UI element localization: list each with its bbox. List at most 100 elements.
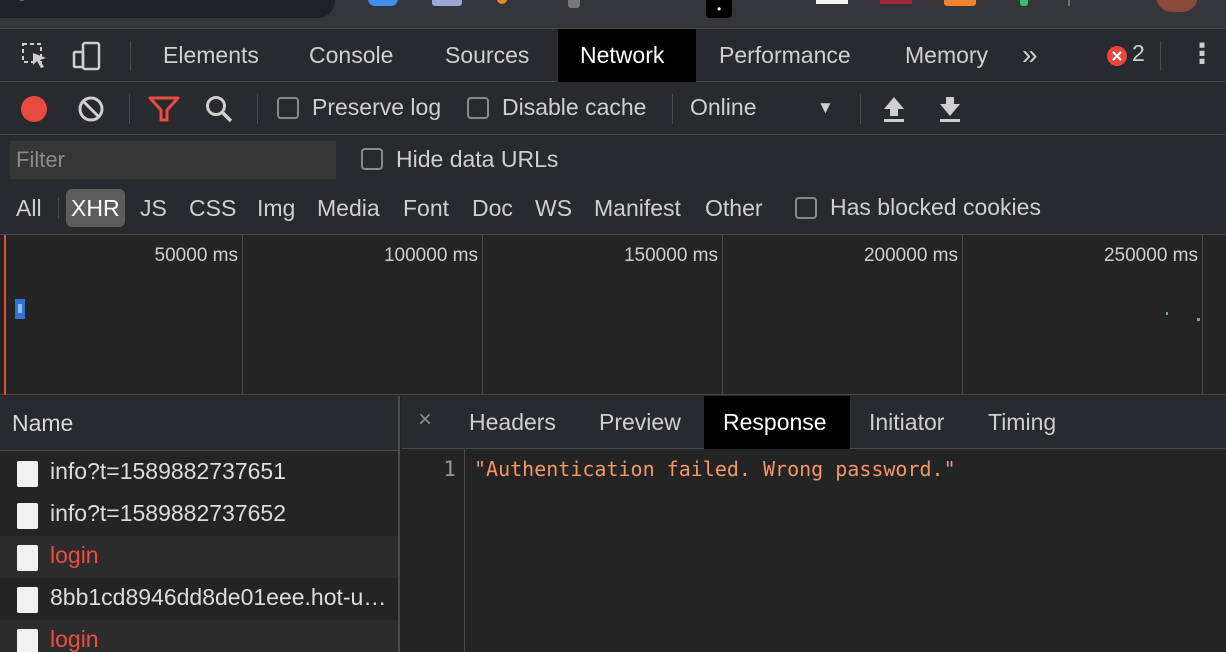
overview-column: 100000 ms	[243, 235, 483, 395]
request-row[interactable]: info?t=1589882737651	[0, 452, 398, 494]
preserve-log-label[interactable]: Preserve log	[312, 94, 441, 121]
has-blocked-cookies-checkbox[interactable]	[795, 197, 817, 219]
overview-column: 200000 ms	[723, 235, 963, 395]
extension-icon[interactable]	[816, 0, 848, 4]
tab-memory[interactable]: Memory	[883, 29, 1010, 82]
extension-icon[interactable]	[368, 0, 398, 6]
line-number-gutter: 1	[402, 449, 465, 652]
extension-icon[interactable]	[568, 0, 580, 8]
request-bar	[1197, 318, 1200, 321]
overview-tick-label: 50000 ms	[154, 245, 238, 266]
filter-bar: Hide data URLs All XHR JS CSS Img Media …	[0, 135, 1226, 235]
error-count: 2	[1132, 40, 1145, 66]
toolbar-divider	[1160, 41, 1161, 71]
disable-cache-checkbox[interactable]	[467, 97, 489, 119]
tab-performance[interactable]: Performance	[697, 29, 873, 82]
extension-icon[interactable]	[432, 0, 462, 6]
extension-icon[interactable]	[1020, 0, 1028, 6]
tab-preview[interactable]: Preview	[580, 396, 700, 449]
request-row[interactable]: login	[0, 620, 398, 652]
import-har-icon[interactable]	[880, 94, 908, 124]
tab-initiator[interactable]: Initiator	[850, 396, 963, 449]
filter-type-all[interactable]: All	[11, 189, 47, 227]
toolbar-divider	[257, 94, 258, 124]
request-row[interactable]: 8bb1cd8946dd8de01eee.hot-update.json	[0, 578, 398, 620]
request-row[interactable]: login	[0, 536, 398, 578]
toolbar-divider	[1068, 0, 1070, 6]
record-icon[interactable]	[20, 95, 48, 123]
extension-icon[interactable]	[944, 0, 976, 6]
address-bar-text: / g	[4, 0, 28, 2]
request-list: Name info?t=1589882737651 info?t=1589882…	[0, 396, 400, 652]
filter-type-css[interactable]: CSS	[184, 189, 241, 227]
request-name: info?t=1589882737651	[50, 458, 286, 484]
hide-data-urls-checkbox[interactable]	[361, 148, 383, 170]
tab-timing[interactable]: Timing	[969, 396, 1075, 449]
file-icon	[17, 461, 38, 487]
filter-type-xhr[interactable]: XHR	[66, 189, 125, 227]
extension-icon[interactable]: •	[706, 0, 732, 18]
browser-toolbar: / g ⧉ ☆ •	[0, 0, 1226, 28]
clear-icon[interactable]	[77, 95, 105, 123]
profile-avatar[interactable]	[1156, 0, 1198, 12]
request-name: login	[50, 542, 99, 568]
filter-type-doc[interactable]: Doc	[467, 189, 518, 227]
close-details-icon[interactable]: ×	[418, 406, 432, 434]
share-icon[interactable]: ⧉	[218, 0, 232, 1]
tab-sources[interactable]: Sources	[423, 29, 551, 82]
hide-data-urls-label[interactable]: Hide data URLs	[396, 146, 558, 173]
tab-headers[interactable]: Headers	[450, 396, 575, 449]
request-bar-highlight	[18, 304, 22, 313]
throttling-value: Online	[690, 94, 757, 120]
tab-console[interactable]: Console	[287, 29, 415, 82]
overview-tick-label: 150000 ms	[623, 245, 718, 266]
network-overview[interactable]: 50000 ms 100000 ms 150000 ms 200000 ms 2…	[0, 235, 1226, 395]
address-bar[interactable]: / g ⧉ ☆	[0, 0, 335, 18]
extension-icon[interactable]	[497, 0, 507, 4]
request-bar	[1166, 312, 1168, 315]
search-icon[interactable]	[204, 94, 234, 124]
request-row[interactable]: info?t=1589882737652	[0, 494, 398, 536]
filter-type-media[interactable]: Media	[312, 189, 385, 227]
line-number: 1	[443, 457, 456, 481]
file-icon	[17, 587, 38, 613]
filter-type-other[interactable]: Other	[700, 189, 768, 227]
extension-dot-icon: •	[717, 2, 722, 16]
toolbar-divider	[672, 94, 673, 124]
tab-network[interactable]: Network	[558, 29, 696, 82]
details-tab-bar: × Headers Preview Response Initiator Tim…	[402, 396, 1226, 449]
bookmark-star-icon[interactable]: ☆	[270, 0, 288, 3]
device-toolbar-icon[interactable]	[72, 41, 102, 71]
overview-column: 250000 ms	[963, 235, 1203, 395]
toolbar-divider	[130, 41, 131, 71]
devtools-tab-bar: Elements Console Sources Network Perform…	[0, 28, 1226, 82]
customize-menu-icon[interactable]: ⋮	[1188, 37, 1216, 70]
disable-cache-label[interactable]: Disable cache	[502, 94, 646, 121]
has-blocked-cookies-label[interactable]: Has blocked cookies	[830, 194, 1041, 221]
response-body[interactable]: "Authentication failed. Wrong password."	[474, 457, 956, 481]
filter-type-img[interactable]: Img	[252, 189, 300, 227]
preserve-log-checkbox[interactable]	[277, 97, 299, 119]
request-details: × Headers Preview Response Initiator Tim…	[402, 396, 1226, 652]
filter-type-font[interactable]: Font	[398, 189, 454, 227]
tab-elements[interactable]: Elements	[141, 29, 281, 82]
overview-column: 150000 ms	[483, 235, 723, 395]
network-toolbar: Preserve log Disable cache Online ▼	[0, 82, 1226, 135]
inspect-element-icon[interactable]	[20, 41, 50, 71]
overview-tick-label: 200000 ms	[863, 245, 958, 266]
export-har-icon[interactable]	[936, 94, 964, 124]
filter-icon[interactable]	[148, 95, 180, 123]
throttling-select[interactable]: Online ▼	[690, 92, 840, 126]
filter-input[interactable]	[10, 141, 336, 179]
tab-response[interactable]: Response	[704, 396, 850, 449]
overview-column: 50000 ms	[0, 235, 243, 395]
overview-tick-label: 100000 ms	[383, 245, 478, 266]
file-icon	[17, 503, 38, 529]
name-column-header[interactable]: Name	[0, 396, 398, 451]
filter-type-js[interactable]: JS	[135, 189, 172, 227]
extension-icon[interactable]	[880, 0, 912, 4]
more-tabs-button[interactable]: »	[1012, 29, 1048, 82]
filter-type-manifest[interactable]: Manifest	[589, 189, 686, 227]
filter-type-ws[interactable]: WS	[530, 189, 577, 227]
request-name: 8bb1cd8946dd8de01eee.hot-update.json	[50, 584, 390, 610]
